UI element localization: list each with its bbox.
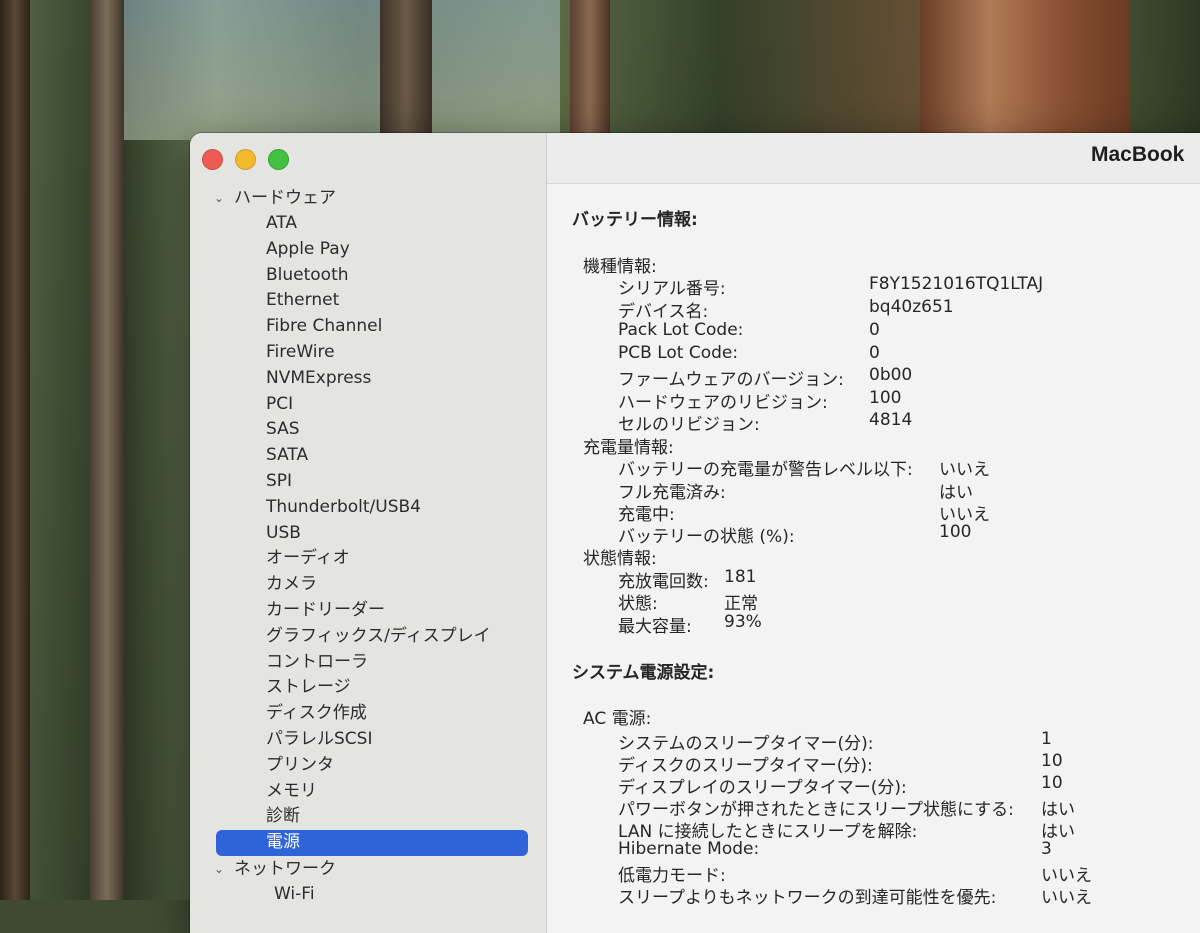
sidebar-item-disc-burning[interactable]: ディスク作成	[190, 701, 546, 727]
wallpaper-tree	[0, 0, 30, 900]
subsection-label: AC 電源:	[583, 709, 652, 729]
window-controls	[202, 149, 289, 170]
section-heading: バッテリー情報:	[572, 210, 698, 230]
info-value: 100	[869, 388, 902, 408]
wallpaper-tree	[90, 0, 124, 900]
sidebar: ⌄ ハードウェア ATA Apple Pay Bluetooth Etherne…	[190, 133, 547, 933]
power-info[interactable]: バッテリー情報: 機種情報: シリアル番号: F8Y1521016TQ1LTAJ…	[547, 183, 1200, 933]
info-key: スリープよりもネットワークの到達可能性を優先:	[618, 888, 997, 908]
info-key: Hibernate Mode:	[618, 839, 760, 859]
sidebar-item-diagnostics[interactable]: 診断	[190, 804, 546, 830]
info-key: セルのリビジョン:	[618, 415, 760, 435]
sidebar-item-usb[interactable]: USB	[190, 521, 546, 547]
category-tree: ⌄ ハードウェア ATA Apple Pay Bluetooth Etherne…	[190, 185, 546, 908]
sidebar-item-apple-pay[interactable]: Apple Pay	[190, 237, 546, 263]
sidebar-item-power[interactable]: 電源	[216, 830, 528, 856]
info-value: 10	[1041, 751, 1063, 771]
info-key: PCB Lot Code:	[618, 343, 739, 363]
info-value: 3	[1041, 839, 1052, 859]
sidebar-group-hardware[interactable]: ⌄ ハードウェア	[190, 185, 546, 211]
wallpaper-tree	[570, 0, 610, 140]
sidebar-item-camera[interactable]: カメラ	[190, 572, 546, 598]
info-value: F8Y1521016TQ1LTAJ	[869, 274, 1044, 294]
wallpaper-tree	[920, 0, 1130, 140]
info-value: 0b00	[869, 365, 913, 385]
info-value: bq40z651	[869, 297, 954, 317]
sidebar-item-storage[interactable]: ストレージ	[190, 675, 546, 701]
subsection-label: 状態情報:	[583, 549, 657, 569]
info-key: ファームウェアのバージョン:	[618, 370, 844, 390]
sidebar-item-sas[interactable]: SAS	[190, 417, 546, 443]
titlebar: MacBook	[547, 133, 1200, 184]
wallpaper-tree	[380, 0, 432, 140]
sidebar-group-network[interactable]: ⌄ ネットワーク	[190, 856, 546, 882]
sidebar-item-spi[interactable]: SPI	[190, 469, 546, 495]
sidebar-group-label: ネットワーク	[234, 858, 336, 879]
minimize-button[interactable]	[235, 149, 256, 170]
sidebar-item-printers[interactable]: プリンタ	[190, 753, 546, 779]
sidebar-item-fibre-channel[interactable]: Fibre Channel	[190, 314, 546, 340]
info-value: 100	[939, 522, 972, 542]
info-value: 正常	[724, 594, 758, 614]
wallpaper-sky	[120, 0, 560, 140]
info-value: いいえ	[939, 460, 990, 480]
sidebar-item-card-reader[interactable]: カードリーダー	[190, 598, 546, 624]
sidebar-item-firewire[interactable]: FireWire	[190, 340, 546, 366]
sidebar-group-label: ハードウェア	[234, 188, 336, 208]
info-value: 1	[1041, 729, 1052, 749]
sidebar-item-sata[interactable]: SATA	[190, 443, 546, 469]
info-key: デバイス名:	[618, 302, 709, 322]
sidebar-item-memory[interactable]: メモリ	[190, 779, 546, 805]
sidebar-item-graphics-display[interactable]: グラフィックス/ディスプレイ	[190, 624, 546, 650]
sidebar-item-parallel-scsi[interactable]: パラレルSCSI	[190, 727, 546, 753]
window-title: MacBook	[1091, 143, 1185, 166]
system-information-window: ⌄ ハードウェア ATA Apple Pay Bluetooth Etherne…	[190, 133, 1200, 933]
info-key: 状態:	[618, 594, 658, 614]
info-key: バッテリーの充電量が警告レベル以下:	[618, 460, 913, 480]
sidebar-item-pci[interactable]: PCI	[190, 392, 546, 418]
sidebar-item-ata[interactable]: ATA	[190, 211, 546, 237]
zoom-button[interactable]	[268, 149, 289, 170]
close-button[interactable]	[202, 149, 223, 170]
chevron-down-icon[interactable]: ⌄	[214, 856, 226, 882]
section-heading: システム電源設定:	[572, 663, 715, 683]
detail-pane: MacBook バッテリー情報: 機種情報: シリアル番号: F8Y152101…	[547, 133, 1200, 933]
info-key: 最大容量:	[618, 617, 692, 637]
info-value: 4814	[869, 410, 913, 430]
info-key: Pack Lot Code:	[618, 320, 744, 340]
sidebar-item-audio[interactable]: オーディオ	[190, 546, 546, 572]
sidebar-item-bluetooth[interactable]: Bluetooth	[190, 263, 546, 289]
info-value: いいえ	[1041, 888, 1092, 908]
sidebar-item-controller[interactable]: コントローラ	[190, 650, 546, 676]
info-value: 93%	[724, 612, 762, 632]
info-value: 0	[869, 343, 880, 363]
info-value: 0	[869, 320, 880, 340]
sidebar-item-thunderbolt[interactable]: Thunderbolt/USB4	[190, 495, 546, 521]
sidebar-item-nvmexpress[interactable]: NVMExpress	[190, 366, 546, 392]
sidebar-item-ethernet[interactable]: Ethernet	[190, 288, 546, 314]
info-value: 10	[1041, 773, 1063, 793]
sidebar-item-wifi[interactable]: Wi-Fi	[190, 882, 546, 908]
info-key: シリアル番号:	[618, 279, 726, 299]
chevron-down-icon[interactable]: ⌄	[214, 185, 226, 211]
info-value: 181	[724, 567, 757, 587]
